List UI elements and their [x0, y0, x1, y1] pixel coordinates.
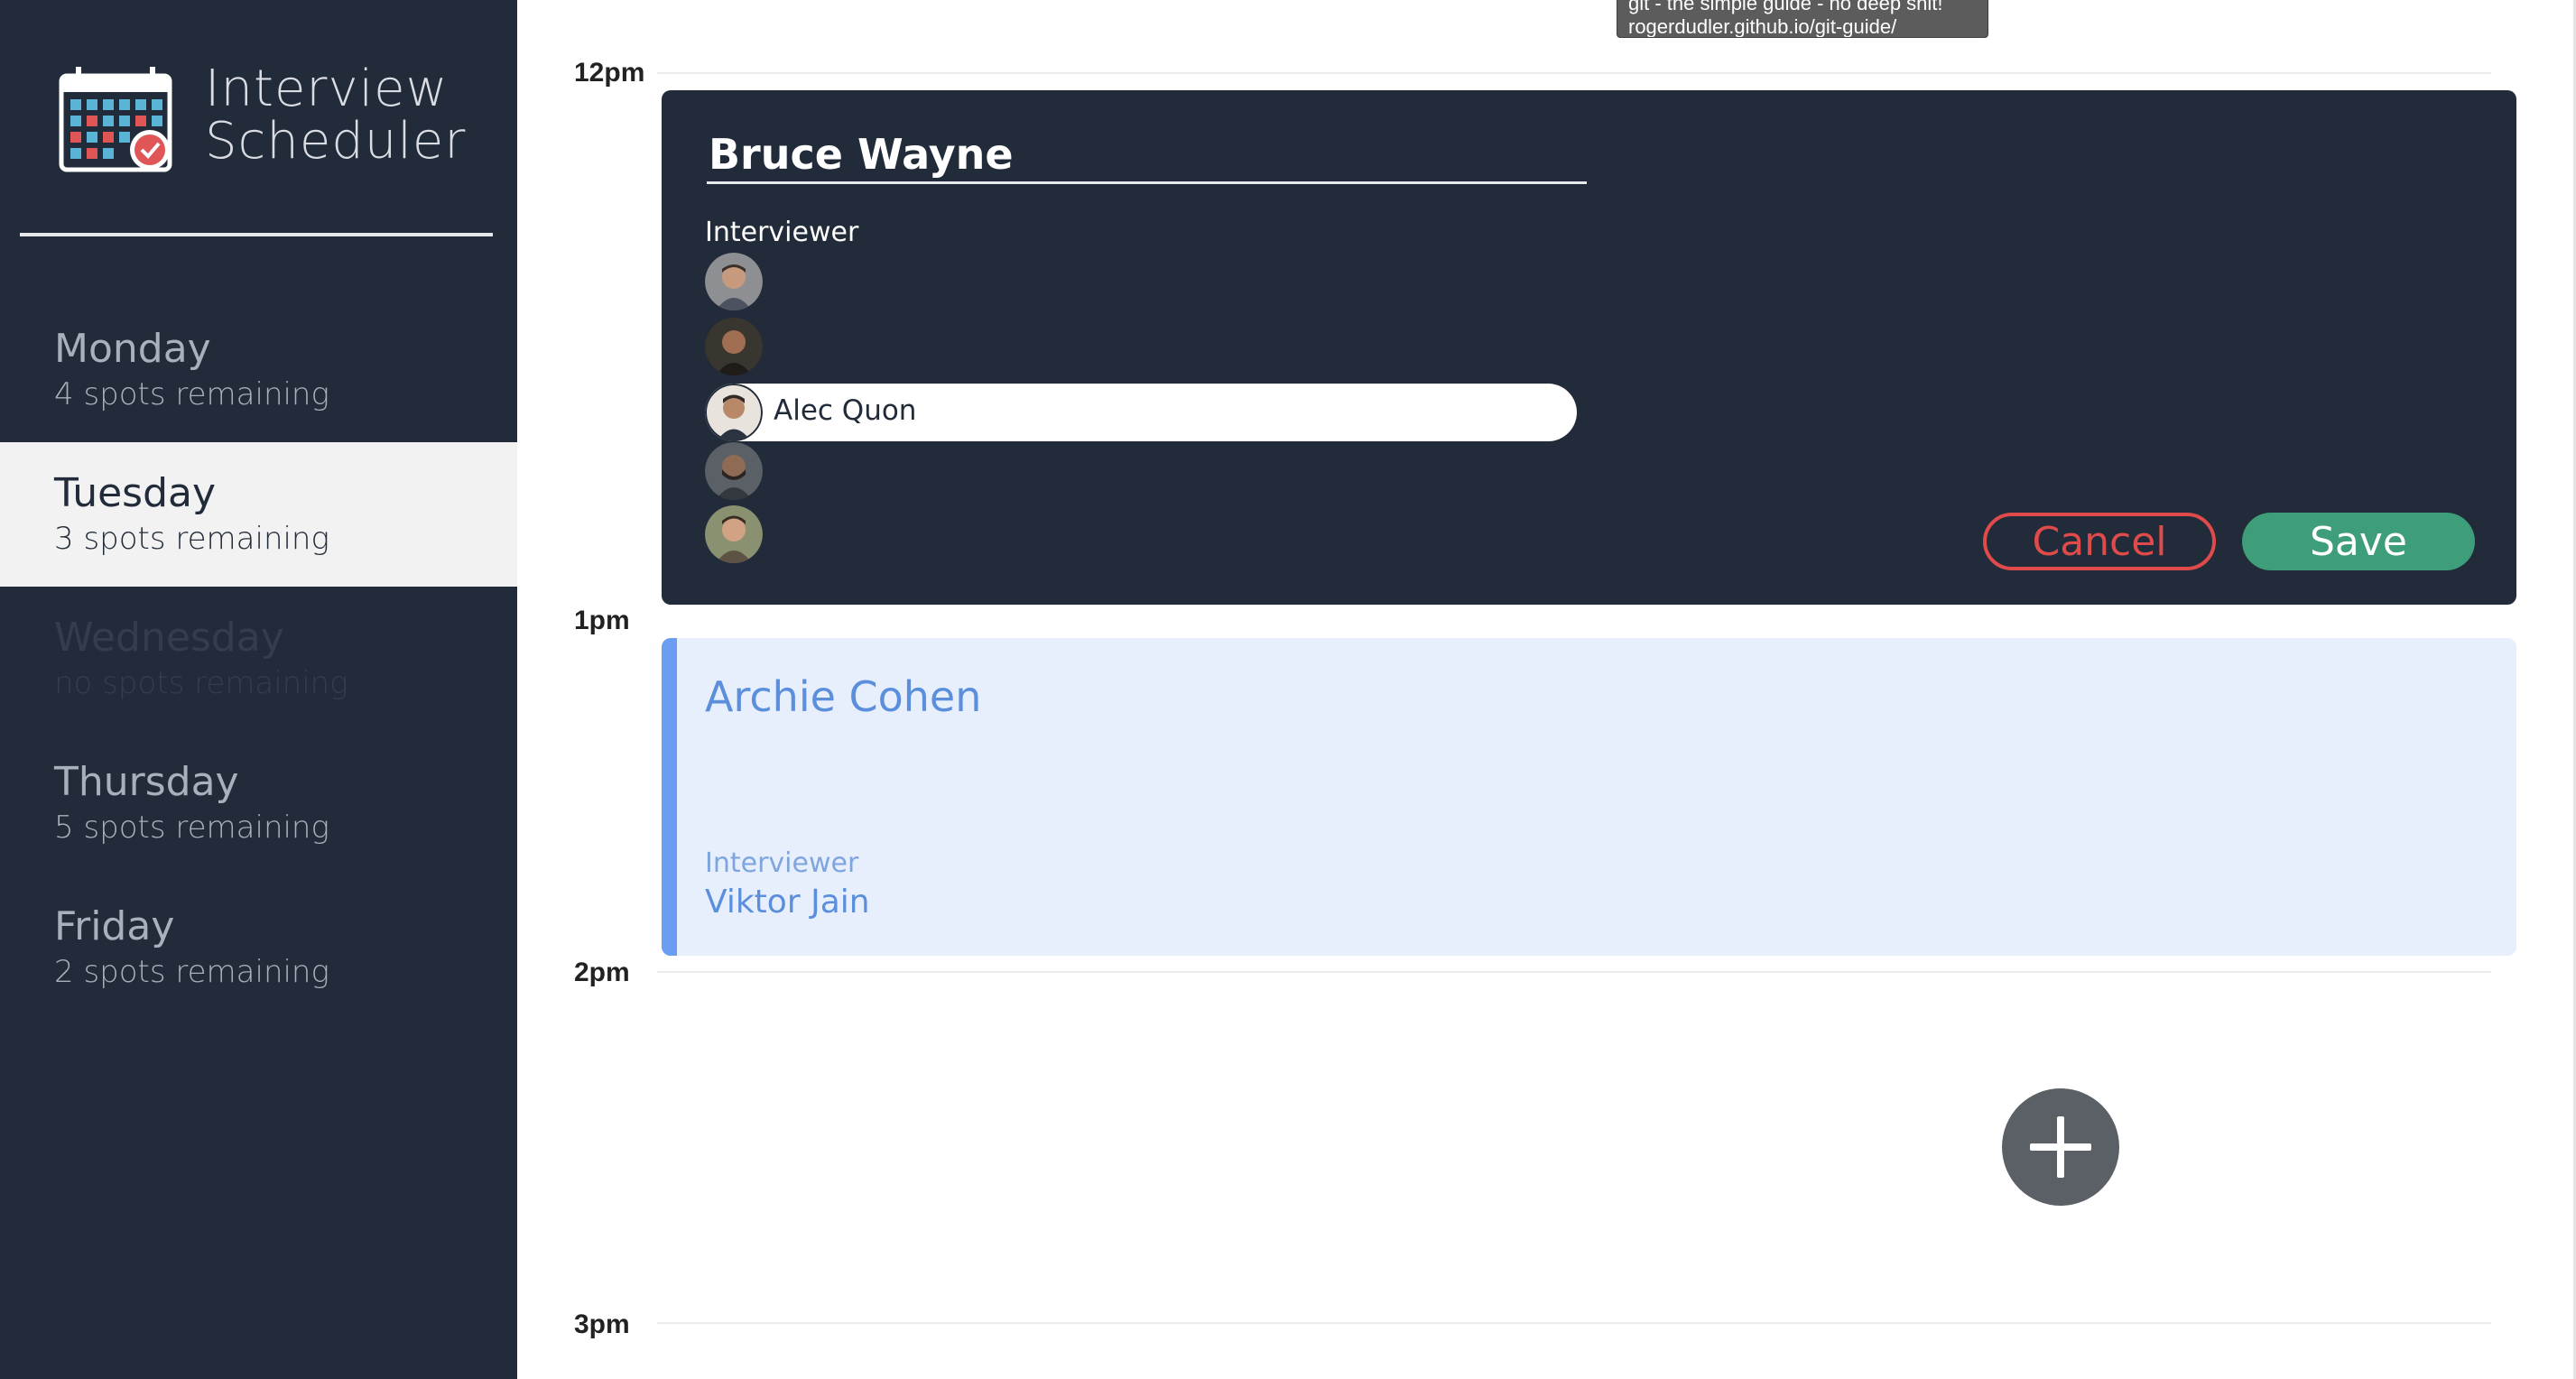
- avatar-icon: [705, 253, 763, 310]
- time-label-12pm: 12pm: [574, 58, 645, 88]
- appointment-student: Archie Cohen: [705, 672, 982, 721]
- hour-divider: [657, 1322, 2491, 1324]
- student-name-input[interactable]: [707, 126, 1587, 184]
- avatar-icon: [705, 318, 763, 375]
- plus-icon: [2030, 1116, 2091, 1178]
- day-name: Friday: [54, 903, 175, 949]
- day-name: Thursday: [54, 759, 239, 805]
- day-item-monday[interactable]: Monday 4 spots remaining: [0, 298, 517, 442]
- day-spots: 2 spots remaining: [54, 954, 329, 990]
- appointment-interviewer: Viktor Jain: [705, 884, 870, 921]
- time-label-3pm: 3pm: [574, 1310, 630, 1339]
- calendar-icon: [59, 67, 172, 172]
- app-logo: Interview Scheduler: [56, 63, 507, 180]
- appointment-interviewer-heading: Interviewer: [705, 847, 859, 879]
- cancel-button[interactable]: Cancel: [1983, 513, 2216, 570]
- day-list: Monday 4 spots remaining Tuesday 3 spots…: [0, 298, 517, 1020]
- day-item-tuesday[interactable]: Tuesday 3 spots remaining: [0, 442, 517, 587]
- hour-divider: [657, 971, 2491, 973]
- interviewer-avatar[interactable]: [705, 505, 763, 563]
- tooltip-line1: git - the simple guide - no deep shit!: [1628, 0, 1943, 14]
- day-item-thursday[interactable]: Thursday 5 spots remaining: [0, 731, 517, 875]
- interviewer-avatar: [705, 384, 763, 441]
- time-label-2pm: 2pm: [574, 958, 630, 987]
- day-spots: no spots remaining: [54, 665, 348, 701]
- appointment-accent-bar: [662, 638, 677, 956]
- app-title-line2: Scheduler: [205, 112, 467, 171]
- avatar-icon: [705, 442, 763, 500]
- day-name: Tuesday: [54, 470, 217, 516]
- interviewer-avatar[interactable]: [705, 442, 763, 500]
- day-spots: 3 spots remaining: [54, 521, 329, 557]
- avatar-icon: [705, 384, 763, 441]
- tooltip-line2: rogerdudler.github.io/git-guide/: [1628, 15, 1897, 38]
- day-item-wednesday[interactable]: Wednesday no spots remaining: [0, 587, 517, 731]
- day-item-friday[interactable]: Friday 2 spots remaining: [0, 875, 517, 1020]
- day-name: Wednesday: [54, 615, 284, 661]
- day-spots: 4 spots remaining: [54, 376, 329, 412]
- sidebar: Interview Scheduler Monday 4 spots remai…: [0, 0, 517, 1379]
- interviewer-avatar[interactable]: [705, 318, 763, 375]
- app-title: Interview Scheduler: [205, 63, 466, 168]
- hour-divider: [657, 72, 2491, 74]
- interviewer-avatar[interactable]: [705, 253, 763, 310]
- selected-interviewer[interactable]: Alec Quon: [705, 384, 1577, 441]
- appointment-form: Interviewer Alec Quon: [662, 90, 2516, 605]
- interviewer-heading: Interviewer: [705, 217, 859, 248]
- appointment-card[interactable]: Archie Cohen Interviewer Viktor Jain: [662, 638, 2516, 956]
- save-button[interactable]: Save: [2242, 513, 2475, 570]
- add-appointment-button[interactable]: [2002, 1088, 2119, 1206]
- time-label-1pm: 1pm: [574, 606, 630, 635]
- selected-interviewer-name: Alec Quon: [774, 394, 917, 427]
- day-name: Monday: [54, 326, 211, 372]
- app-title-line1: Interview: [205, 60, 449, 118]
- sidebar-divider: [20, 233, 493, 236]
- link-tooltip: git - the simple guide - no deep shit! r…: [1617, 0, 1988, 38]
- day-spots: 5 spots remaining: [54, 810, 329, 846]
- avatar-icon: [705, 505, 763, 563]
